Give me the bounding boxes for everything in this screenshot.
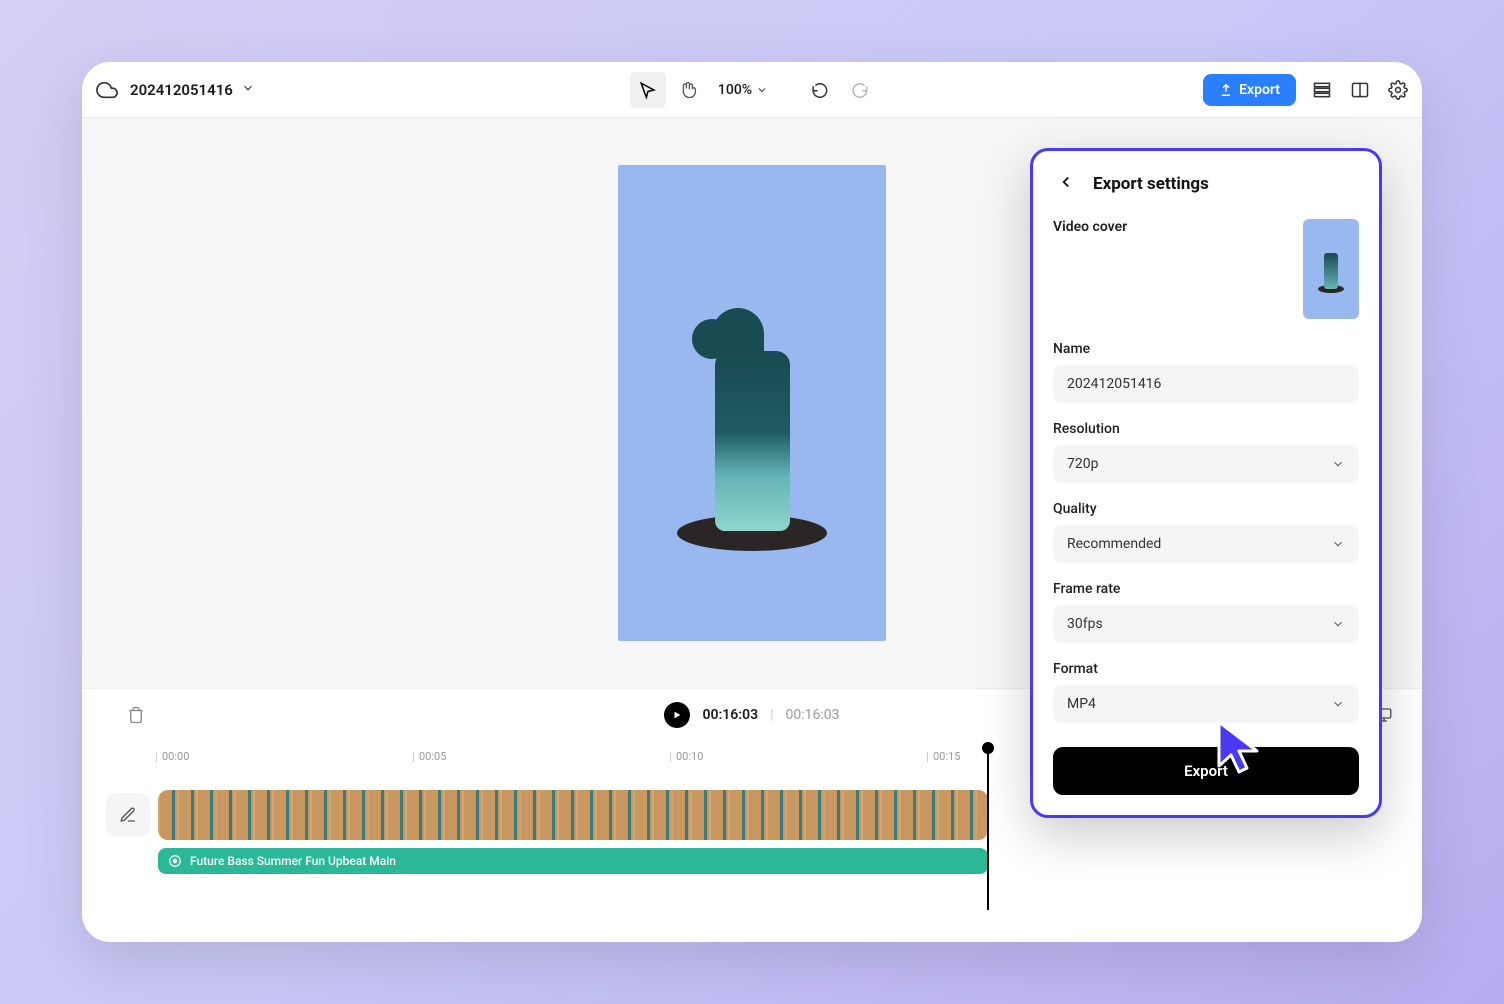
video-cover-thumbnail[interactable]: [1303, 219, 1359, 319]
time-current: 00:16:03: [702, 707, 758, 723]
project-name[interactable]: 202412051416: [130, 81, 233, 99]
ruler-mark: 00:05: [419, 750, 446, 763]
zoom-level[interactable]: 100%: [718, 82, 768, 98]
play-button[interactable]: [664, 702, 690, 728]
top-right-controls: Export: [1203, 74, 1410, 106]
panel-header: Export settings: [1053, 169, 1359, 199]
framerate-value: 30fps: [1067, 616, 1103, 632]
audio-clip[interactable]: Future Bass Summer Fun Upbeat Main: [158, 848, 988, 874]
ruler-mark: 00:00: [162, 750, 189, 763]
zoom-value: 100%: [718, 82, 752, 98]
resolution-label: Resolution: [1053, 421, 1359, 437]
redo-button[interactable]: [846, 76, 874, 104]
product-body-shape: [715, 351, 790, 531]
name-label: Name: [1053, 341, 1359, 357]
quality-label: Quality: [1053, 501, 1359, 517]
format-value: MP4: [1067, 696, 1096, 712]
cloud-sync-icon[interactable]: [96, 79, 118, 101]
history-controls: [806, 76, 874, 104]
undo-button[interactable]: [806, 76, 834, 104]
framerate-select[interactable]: 30fps: [1053, 605, 1359, 643]
top-bar: 202412051416 100%: [82, 62, 1422, 118]
audio-clip-label: Future Bass Summer Fun Upbeat Main: [190, 854, 396, 868]
app-window: 202412051416 100%: [82, 62, 1422, 942]
video-track-handle[interactable]: [106, 793, 150, 837]
export-button-label: Export: [1239, 82, 1280, 98]
name-input[interactable]: [1053, 365, 1359, 403]
export-button[interactable]: Export: [1203, 74, 1296, 106]
chevron-down-icon: [1331, 617, 1345, 631]
chevron-down-icon: [1331, 457, 1345, 471]
export-settings-panel: Export settings Video cover Name Resolut…: [1030, 148, 1382, 818]
select-tool-button[interactable]: [630, 72, 666, 108]
video-clip[interactable]: [158, 790, 988, 840]
export-confirm-button[interactable]: Export: [1053, 747, 1359, 795]
audio-track-row: Future Bass Summer Fun Upbeat Main: [106, 848, 1398, 874]
framerate-label: Frame rate: [1053, 581, 1359, 597]
back-button[interactable]: [1053, 169, 1079, 199]
center-tool-group: 100%: [630, 72, 874, 108]
format-label: Format: [1053, 661, 1359, 677]
project-menu-chevron-icon[interactable]: [241, 80, 255, 99]
video-canvas[interactable]: [618, 165, 886, 641]
ruler-mark: 00:15: [933, 750, 960, 763]
format-select[interactable]: MP4: [1053, 685, 1359, 723]
product-spout-shape: [692, 319, 732, 359]
name-field-group: Name: [1053, 341, 1359, 403]
resolution-select[interactable]: 720p: [1053, 445, 1359, 483]
resolution-value: 720p: [1067, 456, 1098, 472]
chevron-down-icon: [1331, 697, 1345, 711]
ruler-mark: 00:10: [676, 750, 703, 763]
hand-tool-button[interactable]: [670, 72, 706, 108]
time-total: 00:16:03: [786, 707, 840, 723]
layers-button[interactable]: [1310, 78, 1334, 102]
resolution-field-group: Resolution 720p: [1053, 421, 1359, 483]
panels-button[interactable]: [1348, 78, 1372, 102]
quality-select[interactable]: Recommended: [1053, 525, 1359, 563]
video-cover-label: Video cover: [1053, 219, 1127, 235]
format-field-group: Format MP4: [1053, 661, 1359, 723]
chevron-down-icon: [1331, 537, 1345, 551]
quality-field-group: Quality Recommended: [1053, 501, 1359, 563]
time-separator: |: [770, 707, 773, 723]
panel-title: Export settings: [1093, 174, 1209, 194]
quality-value: Recommended: [1067, 536, 1161, 552]
framerate-field-group: Frame rate 30fps: [1053, 581, 1359, 643]
delete-button[interactable]: [118, 697, 154, 733]
video-cover-section: Video cover: [1053, 219, 1359, 319]
settings-button[interactable]: [1386, 78, 1410, 102]
playhead[interactable]: [987, 750, 989, 910]
